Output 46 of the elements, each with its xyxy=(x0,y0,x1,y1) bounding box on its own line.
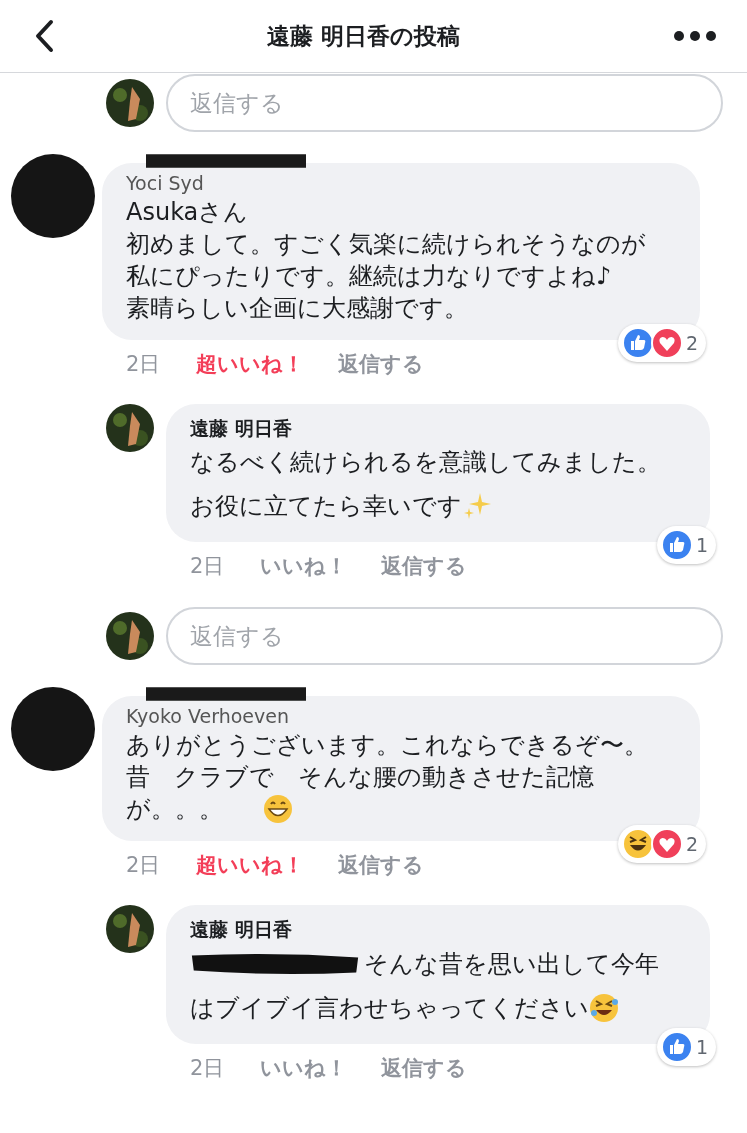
comment-text: Asukaさん xyxy=(126,196,249,228)
like-link[interactable]: いいね！ xyxy=(260,1053,347,1082)
post-title: 遠藤 明日香の投稿 xyxy=(267,21,460,51)
reply-link[interactable]: 返信する xyxy=(338,851,424,880)
thumbs-up-icon xyxy=(660,529,693,562)
author-name[interactable]: Kyoko Verhoeven xyxy=(126,704,289,730)
comment-time: 2日 xyxy=(190,1054,226,1082)
reaction-summary[interactable]: 2 xyxy=(617,825,706,864)
like-link[interactable]: 超いいね！ xyxy=(196,349,304,378)
comment-text: 昔 クラブで そんな腰の動きさせた記憶 xyxy=(126,762,594,794)
avatar xyxy=(106,905,154,954)
comment-text: 初めまして。すごく気楽に続けられそうなのが xyxy=(126,228,646,260)
comment-time: 2日 xyxy=(190,553,226,581)
grinning-emoji-icon xyxy=(263,794,293,825)
comment-time: 2日 xyxy=(126,852,162,880)
like-link[interactable]: 超いいね！ xyxy=(196,851,304,880)
author-name[interactable]: 遠藤 明日香 xyxy=(190,415,292,441)
reaction-summary[interactable]: 2 xyxy=(617,323,706,362)
reaction-summary[interactable]: 1 xyxy=(656,526,716,565)
comment-text: はブイブイ言わせちゃってください xyxy=(190,992,589,1024)
comment-time: 2日 xyxy=(126,350,162,378)
comment-text: お役に立てたら幸いです xyxy=(190,491,462,523)
comment-text: そんな昔を思い出して今年 xyxy=(364,948,659,980)
reply-link[interactable]: 返信する xyxy=(381,1053,467,1082)
reaction-summary[interactable]: 1 xyxy=(656,1027,716,1066)
laughing-emoji-icon xyxy=(589,992,619,1023)
like-link[interactable]: いいね！ xyxy=(260,552,347,581)
back-icon[interactable] xyxy=(34,19,54,53)
comment-text: 私にぴったりです。継続は力なりですよね♪ xyxy=(126,260,612,292)
author-name[interactable]: 遠藤 明日香 xyxy=(190,917,292,942)
reply-link[interactable]: 返信する xyxy=(381,552,467,581)
more-icon[interactable] xyxy=(673,30,717,42)
comment-text: が。。。 xyxy=(126,794,223,826)
comment-text: なるべく続けられるを意識してみました。 xyxy=(190,447,661,479)
comment-text: 素晴らしい企画に大感謝です。 xyxy=(126,292,468,324)
thumbs-up-icon xyxy=(660,1030,693,1063)
comment-text: ありがとうございます。これならできるぞ〜。 xyxy=(126,730,648,762)
avatar xyxy=(106,612,154,661)
avatar xyxy=(106,79,154,127)
reply-field[interactable]: 返信する xyxy=(166,607,723,666)
reply-field[interactable]: 返信する xyxy=(166,74,723,132)
thumbs-up-icon xyxy=(621,326,654,359)
reply-link[interactable]: 返信する xyxy=(338,349,424,378)
author-name[interactable]: Yoci Syd xyxy=(126,171,204,196)
avatar xyxy=(106,403,154,452)
laughing-face-icon xyxy=(621,828,654,861)
